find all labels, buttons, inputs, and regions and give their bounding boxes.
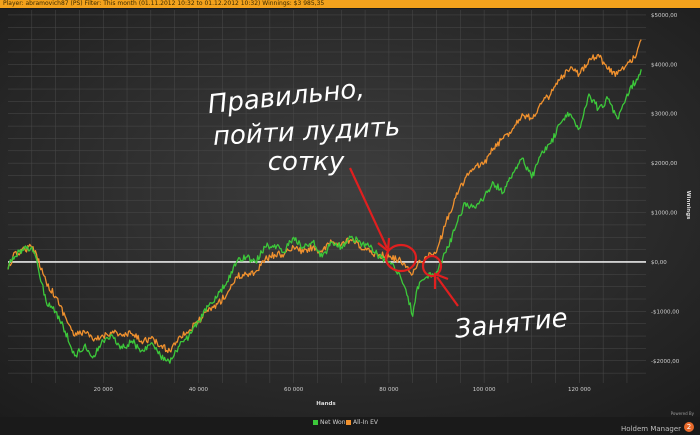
holdem-manager-logo: Powered By Holdem Manager 2 xyxy=(621,411,694,435)
y-tick-label: -$1000,00 xyxy=(651,309,680,315)
x-tick-label: 80 000 xyxy=(379,387,399,393)
winnings-graph: 20 000 40 000 60 000 80 000 100 000 120 000 -… xyxy=(0,9,700,417)
brand-powered-by: Powered By xyxy=(670,411,694,416)
legend-swatch-net-won xyxy=(313,420,318,425)
legend-label-all-in-ev: All-In EV xyxy=(353,419,378,426)
x-tick-label: 120 000 xyxy=(568,387,591,393)
legend-item-all-in-ev: All-In EV xyxy=(346,419,378,426)
legend: Net Won All-In EV xyxy=(0,417,700,429)
x-tick-label: 60 000 xyxy=(284,387,304,393)
y-tick-label: $1000,00 xyxy=(651,211,678,217)
x-tick-label: 100 000 xyxy=(473,387,496,393)
brand-name: Holdem Manager xyxy=(621,425,681,433)
y-tick-label: $3000,00 xyxy=(651,112,678,118)
y-axis-label: Winnings xyxy=(685,191,691,221)
y-tick-label: $4000,00 xyxy=(651,62,678,68)
legend-item-net-won: Net Won xyxy=(313,419,346,426)
plot-background xyxy=(0,9,700,417)
y-tick-label: $5000,00 xyxy=(651,13,678,19)
annotation-line-3: сотку xyxy=(268,147,345,177)
x-axis-label: Hands xyxy=(316,401,336,407)
y-tick-label: $0,00 xyxy=(651,260,667,266)
legend-label-net-won: Net Won xyxy=(320,419,346,426)
x-tick-label: 40 000 xyxy=(189,387,209,393)
legend-swatch-all-in-ev xyxy=(346,420,351,425)
y-tick-label: -$2000,00 xyxy=(651,359,680,365)
x-tick-label: 20 000 xyxy=(94,387,114,393)
brand-badge-icon: 2 xyxy=(684,421,694,432)
y-tick-label: $2000,00 xyxy=(651,161,678,167)
